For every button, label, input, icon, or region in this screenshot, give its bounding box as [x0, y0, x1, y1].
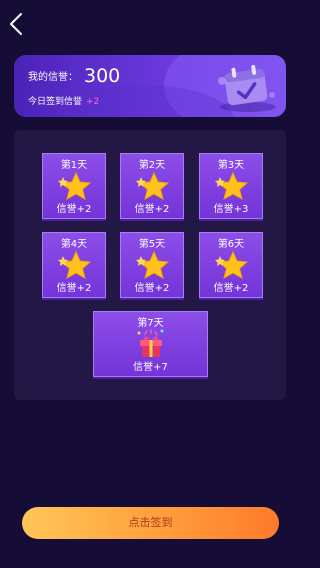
credit-label: 我的信誉：: [28, 72, 78, 83]
star-icon: [136, 250, 169, 280]
day-label: 第6天: [217, 239, 245, 250]
day-reward: 信誉+2: [134, 204, 170, 215]
day-card-7[interactable]: 第7天 信誉+7: [93, 311, 208, 377]
today-checkin-label: 今日签到信誉: [28, 97, 83, 107]
day-card-4[interactable]: 第4天 信誉+2: [42, 232, 106, 298]
day-label: 第2天: [138, 160, 166, 171]
star-icon: [58, 171, 91, 201]
day-reward: 信誉+3: [213, 204, 249, 215]
day-card-5[interactable]: 第5天 信誉+2: [120, 232, 184, 298]
credit-score-value: 300: [84, 65, 121, 87]
day-reward: 信誉+2: [56, 204, 92, 215]
credit-card: 我的信誉： 300 今日签到信誉 +2: [14, 55, 286, 117]
star-icon: [215, 171, 248, 201]
day-label: 第4天: [60, 239, 88, 250]
day-card-1[interactable]: 第1天 信誉+2: [42, 153, 106, 219]
day-reward: 信誉+7: [133, 362, 168, 373]
back-button[interactable]: [6, 10, 30, 38]
day-card-6[interactable]: 第6天 信誉+2: [199, 232, 263, 298]
credit-score-row: 我的信誉： 300: [28, 65, 120, 87]
day-reward: 信誉+2: [56, 283, 92, 294]
day-label: 第1天: [60, 160, 88, 171]
day-card-2[interactable]: 第2天 信誉+2: [120, 153, 184, 219]
star-icon: [215, 250, 248, 280]
today-checkin-bonus: +2: [86, 97, 100, 107]
calendar-check-icon: [218, 64, 276, 112]
day-reward: 信誉+2: [134, 283, 170, 294]
day-label: 第3天: [217, 160, 245, 171]
day-reward: 信誉+2: [213, 283, 249, 294]
gift-box-icon: [137, 329, 163, 357]
chevron-left-icon: [10, 13, 22, 35]
star-icon: [58, 250, 91, 280]
day-label: 第7天: [137, 318, 164, 329]
checkin-button[interactable]: 点击签到: [22, 507, 279, 539]
day-label: 第5天: [138, 239, 166, 250]
today-checkin-row: 今日签到信誉 +2: [28, 94, 99, 107]
checkin-calendar-panel: 第1天 信誉+2 第2天 信誉+2 第3天 信誉+3 第4天 信誉+2 第5天: [14, 130, 286, 400]
day-card-3[interactable]: 第3天 信誉+3: [199, 153, 263, 219]
star-icon: [136, 171, 169, 201]
